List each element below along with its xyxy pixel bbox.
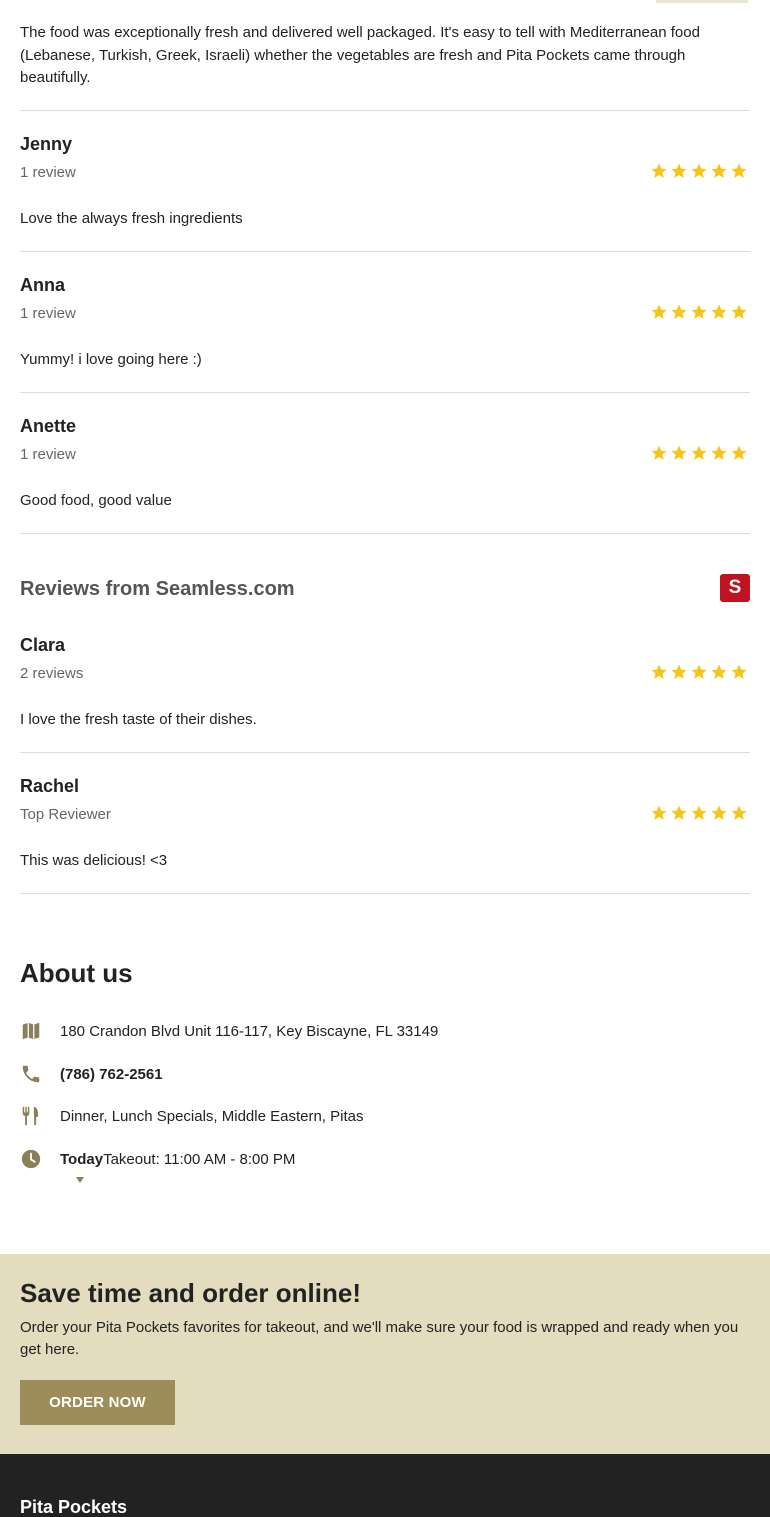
hours-row[interactable]: TodayTakeout: 11:00 AM - 8:00 PM — [20, 1148, 750, 1172]
star-icon — [671, 304, 687, 319]
reviewer-meta: 1 review — [20, 305, 76, 322]
address-row: 180 Crandon Blvd Unit 116-117, Key Bisca… — [20, 1020, 750, 1044]
phone-row: (786) 762-2561 — [20, 1063, 750, 1087]
reviewer-meta: 1 review — [20, 446, 76, 463]
star-icon — [731, 805, 747, 820]
review-item: Clara 2 reviews I love the fresh taste o… — [20, 612, 750, 753]
star-icon — [711, 805, 727, 820]
order-now-button[interactable]: ORDER NOW — [20, 1380, 175, 1425]
star-icon — [711, 163, 727, 178]
review-text: This was delicious! <3 — [20, 852, 168, 869]
review-item: Anette 1 review Good food, good value — [20, 393, 750, 534]
star-icon — [671, 664, 687, 679]
star-icon — [671, 445, 687, 460]
seamless-reviews-title: Reviews from Seamless.com — [20, 578, 295, 600]
cuisine-text: Dinner, Lunch Specials, Middle Eastern, … — [60, 1108, 364, 1125]
star-icon — [671, 805, 687, 820]
review-divider — [20, 893, 750, 894]
star-icon — [651, 304, 667, 319]
star-icon — [731, 445, 747, 460]
star-icon — [691, 304, 707, 319]
review-item: Jenny 1 review Love the always fresh ing… — [20, 111, 750, 252]
star-icon — [691, 445, 707, 460]
order-online-title: Save time and order online! — [20, 1278, 361, 1308]
review-item: Anna 1 review Yummy! i love going here :… — [20, 252, 750, 393]
star-icon — [731, 304, 747, 319]
chevron-down-icon[interactable] — [76, 1177, 84, 1183]
star-rating — [650, 444, 748, 462]
reviewer-name: Jenny — [20, 134, 73, 154]
star-icon — [651, 163, 667, 178]
star-icon — [671, 163, 687, 178]
cuisine-row: Dinner, Lunch Specials, Middle Eastern, … — [20, 1105, 750, 1129]
star-rating — [650, 663, 748, 681]
address-text[interactable]: 180 Crandon Blvd Unit 116-117, Key Bisca… — [60, 1022, 438, 1042]
clock-icon — [21, 1149, 41, 1169]
review-text: Love the always fresh ingredients — [20, 210, 243, 227]
star-icon — [651, 805, 667, 820]
hours-day: Today — [60, 1151, 104, 1168]
star-icon — [711, 664, 727, 679]
review-divider — [20, 533, 750, 534]
review-text: Good food, good value — [20, 492, 172, 509]
star-icon — [651, 664, 667, 679]
star-icon — [731, 664, 747, 679]
phone-link[interactable]: (786) 762-2561 — [60, 1065, 163, 1085]
star-icon — [731, 163, 747, 178]
hours-value: Takeout: 11:00 AM - 8:00 PM — [103, 1151, 296, 1168]
review-text: Yummy! i love going here :) — [20, 351, 202, 368]
star-icon — [691, 163, 707, 178]
order-online-description: Order your Pita Pockets favorites for ta… — [20, 1319, 739, 1358]
star-rating — [650, 162, 748, 180]
review-item: Rachel Top Reviewer This was delicious! … — [20, 753, 750, 894]
star-rating — [650, 303, 748, 321]
reviewer-name: Anette — [20, 416, 77, 436]
review-text: I love the fresh taste of their dishes. — [20, 711, 257, 728]
star-icon — [711, 304, 727, 319]
utensils-icon — [22, 1106, 38, 1126]
about-us-heading: About us — [20, 958, 133, 988]
footer: Pita Pockets — [0, 1454, 770, 1517]
star-icon — [691, 805, 707, 820]
star-icon — [651, 445, 667, 460]
reviewer-meta: 2 reviews — [20, 665, 84, 682]
star-rating — [650, 804, 748, 822]
reviewer-name: Anna — [20, 275, 65, 295]
reviewer-name: Clara — [20, 635, 66, 655]
top-accent-bar — [656, 0, 748, 3]
reviewer-name: Rachel — [20, 776, 80, 796]
order-online-section: Save time and order online! Order your P… — [0, 1254, 770, 1454]
review-text-top: The food was exceptionally fresh and del… — [20, 24, 700, 86]
footer-restaurant-name: Pita Pockets — [20, 1497, 128, 1517]
map-icon — [22, 1022, 40, 1040]
hours-text: TodayTakeout: 11:00 AM - 8:00 PM — [60, 1150, 295, 1170]
star-icon — [711, 445, 727, 460]
reviewer-meta: Top Reviewer — [20, 806, 111, 823]
reviewer-meta: 1 review — [20, 164, 76, 181]
star-icon — [691, 664, 707, 679]
seamless-reviews-header: Reviews from Seamless.com S — [20, 574, 750, 604]
phone-icon — [22, 1065, 40, 1083]
seamless-logo: S — [720, 574, 750, 602]
